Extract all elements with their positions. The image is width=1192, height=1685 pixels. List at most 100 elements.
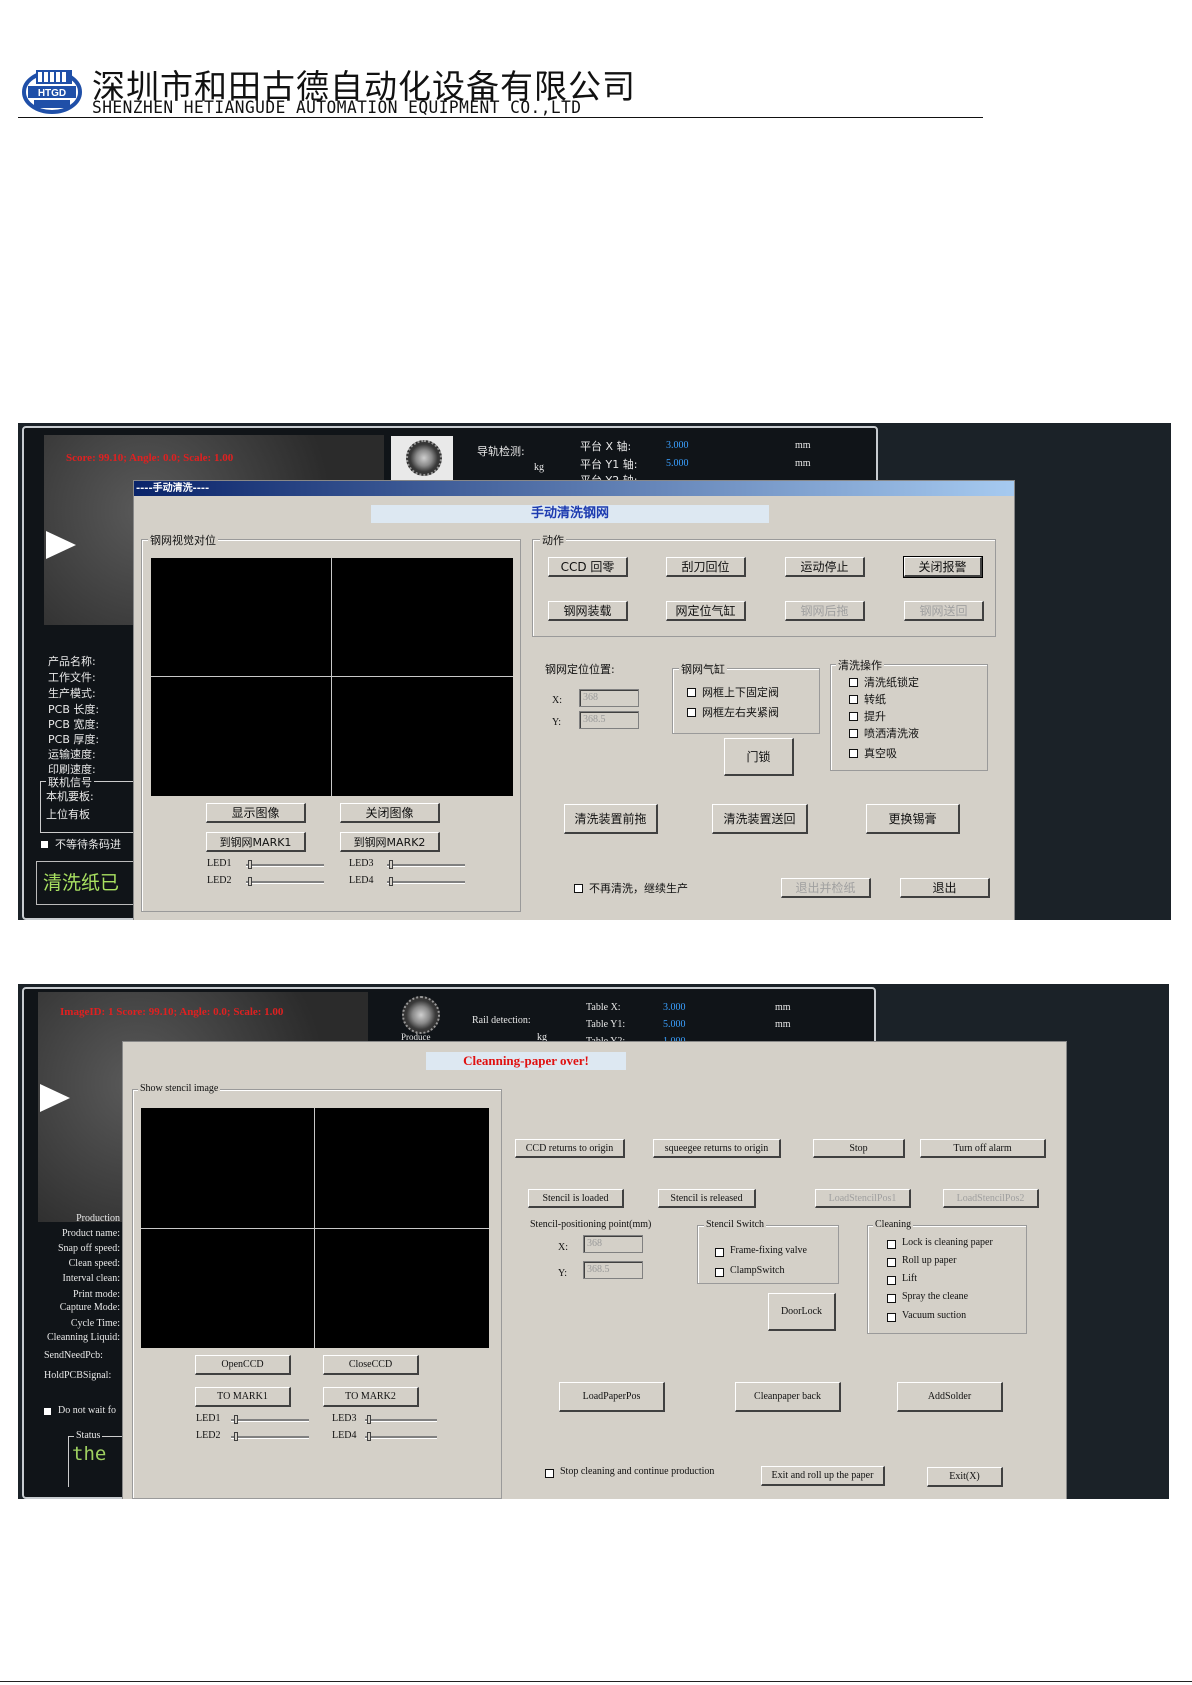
pos-y-field[interactable]: 368.5	[583, 1261, 643, 1279]
stencil-loaded-button[interactable]: Stencil is loaded	[528, 1189, 624, 1208]
positioning-cylinder-button[interactable]: 网定位气缸	[666, 601, 746, 621]
pos-y-label: Y:	[552, 717, 562, 728]
led3-slider[interactable]	[387, 864, 465, 867]
send-need-pcb-label: SendNeedPcb:	[44, 1350, 103, 1361]
stop-button[interactable]: Stop	[813, 1139, 905, 1158]
paper-lock-checkbox[interactable]	[849, 678, 858, 687]
lift-label: 提升	[864, 710, 886, 723]
info-label: 生产模式:	[48, 687, 96, 700]
table-y-label: Table Y1:	[586, 1019, 626, 1030]
load-stencil-pos2-button[interactable]: LoadStencilPos2	[943, 1189, 1039, 1208]
close-ccd-button[interactable]: CloseCCD	[323, 1355, 419, 1375]
stencil-pull-back-button[interactable]: 钢网后拖	[785, 601, 865, 621]
info-label: Cleanning Liquid:	[46, 1332, 120, 1343]
exit-button[interactable]: Exit(X)	[927, 1467, 1003, 1487]
info-label: Product name:	[61, 1228, 120, 1239]
led3-slider-thumb[interactable]	[389, 860, 393, 869]
led2-slider[interactable]	[246, 881, 324, 884]
no-wait-checkbox[interactable]	[44, 1408, 51, 1415]
status-text: 清洗纸已	[43, 872, 120, 894]
close-alarm-button[interactable]: 关闭报警	[903, 556, 983, 578]
ccd-return-origin-button[interactable]: CCD returns to origin	[515, 1139, 625, 1158]
stencil-send-back-button[interactable]: 钢网送回	[904, 601, 984, 621]
frame-fixing-checkbox[interactable]	[715, 1248, 724, 1257]
to-mark1-button[interactable]: TO MARK1	[195, 1387, 291, 1407]
change-paste-button[interactable]: 更换锡膏	[866, 804, 960, 834]
led1-slider[interactable]	[231, 1419, 309, 1422]
lift-checkbox[interactable]	[849, 712, 858, 721]
info-label: 产品名称:	[48, 655, 96, 668]
led4-slider-thumb[interactable]	[367, 1432, 371, 1441]
stencil-switch-group-label: Stencil Switch	[704, 1219, 767, 1230]
show-image-button[interactable]: 显示图像	[206, 803, 306, 823]
info-label: Capture Mode:	[59, 1302, 120, 1313]
roll-paper-checkbox[interactable]	[887, 1258, 896, 1267]
squeegee-return-origin-button[interactable]: squeegee returns to origin	[653, 1139, 781, 1158]
stencil-released-button[interactable]: Stencil is released	[658, 1189, 756, 1208]
led1-slider-thumb[interactable]	[248, 860, 252, 869]
paper-lock-checkbox[interactable]	[887, 1240, 896, 1249]
roll-paper-checkbox[interactable]	[849, 695, 858, 704]
exit-check-paper-button[interactable]: 退出并检纸	[781, 878, 871, 898]
squeegee-home-button[interactable]: 刮刀回位	[666, 557, 746, 577]
stencil-video-view	[151, 558, 513, 796]
motion-stop-button[interactable]: 运动停止	[785, 557, 865, 577]
load-stencil-pos1-button[interactable]: LoadStencilPos1	[815, 1189, 911, 1208]
door-lock-button[interactable]: 门锁	[724, 738, 794, 776]
exit-roll-paper-button[interactable]: Exit and roll up the paper	[761, 1466, 885, 1486]
frame-left-right-label: 网框左右夹紧阀	[702, 706, 779, 719]
clean-front-drag-button[interactable]: 清洗装置前拖	[564, 804, 658, 834]
lift-checkbox[interactable]	[887, 1276, 896, 1285]
led4-slider[interactable]	[365, 1436, 437, 1439]
door-lock-button[interactable]: DoorLock	[768, 1293, 836, 1331]
led2-slider-thumb[interactable]	[234, 1432, 238, 1441]
dialog-titlebar: ----手动清洗----	[134, 481, 1014, 496]
table-x-value: 3.000	[663, 1002, 686, 1013]
led2-slider[interactable]	[231, 1436, 309, 1439]
to-mark1-button[interactable]: 到钢网MARK1	[206, 832, 306, 852]
table-x-unit: mm	[775, 1002, 791, 1013]
to-mark2-button[interactable]: 到钢网MARK2	[340, 832, 440, 852]
led2-slider-thumb[interactable]	[248, 877, 252, 886]
dialog-title: 手动清洗钢网	[371, 505, 769, 523]
pos-y-field[interactable]: 368.5	[579, 711, 639, 729]
exit-button[interactable]: 退出	[900, 878, 990, 898]
clamp-switch-checkbox[interactable]	[715, 1268, 724, 1277]
info-label: 工作文件:	[48, 671, 96, 684]
spray-checkbox[interactable]	[849, 729, 858, 738]
led4-slider-thumb[interactable]	[389, 877, 393, 886]
camera-overlay-text: Score: 99.10; Angle: 0.0; Scale: 1.00	[66, 452, 234, 464]
spray-checkbox[interactable]	[887, 1294, 896, 1303]
no-more-clean-checkbox[interactable]	[574, 884, 583, 893]
pos-x-field[interactable]: 368	[583, 1235, 643, 1253]
cleanpaper-back-button[interactable]: Cleanpaper back	[735, 1382, 841, 1412]
frame-left-right-checkbox[interactable]	[687, 708, 696, 717]
no-wait-checkbox[interactable]	[41, 841, 48, 848]
stop-cleaning-checkbox[interactable]	[545, 1469, 554, 1478]
vacuum-checkbox[interactable]	[849, 749, 858, 758]
clean-send-back-button[interactable]: 清洗装置送回	[712, 804, 808, 834]
add-solder-button[interactable]: AddSolder	[897, 1382, 1003, 1412]
open-ccd-button[interactable]: OpenCCD	[195, 1355, 291, 1375]
vacuum-checkbox[interactable]	[887, 1313, 896, 1322]
kg-label: kg	[534, 462, 544, 473]
turn-off-alarm-button[interactable]: Turn off alarm	[920, 1139, 1046, 1158]
stencil-load-button[interactable]: 钢网装载	[548, 601, 628, 621]
load-paper-pos-button[interactable]: LoadPaperPos	[559, 1382, 665, 1412]
led4-label: LED4	[349, 875, 374, 886]
close-image-button[interactable]: 关闭图像	[340, 803, 440, 823]
ccd-home-button[interactable]: CCD 回零	[548, 557, 628, 577]
table-x-unit: mm	[795, 440, 811, 451]
to-mark2-button[interactable]: TO MARK2	[323, 1387, 419, 1407]
led1-slider-thumb[interactable]	[234, 1415, 238, 1424]
led4-slider[interactable]	[387, 881, 465, 884]
pos-x-field[interactable]: 368	[579, 689, 639, 707]
rail-detect-label: 导轨检测:	[477, 445, 525, 458]
vision-group-label: Show stencil image	[138, 1083, 221, 1094]
frame-up-down-checkbox[interactable]	[687, 688, 696, 697]
led1-slider[interactable]	[246, 864, 324, 867]
table-x-value: 3.000	[666, 440, 689, 451]
led3-slider[interactable]	[365, 1419, 437, 1422]
led3-slider-thumb[interactable]	[367, 1415, 371, 1424]
info-label: Interval clean:	[62, 1273, 120, 1284]
